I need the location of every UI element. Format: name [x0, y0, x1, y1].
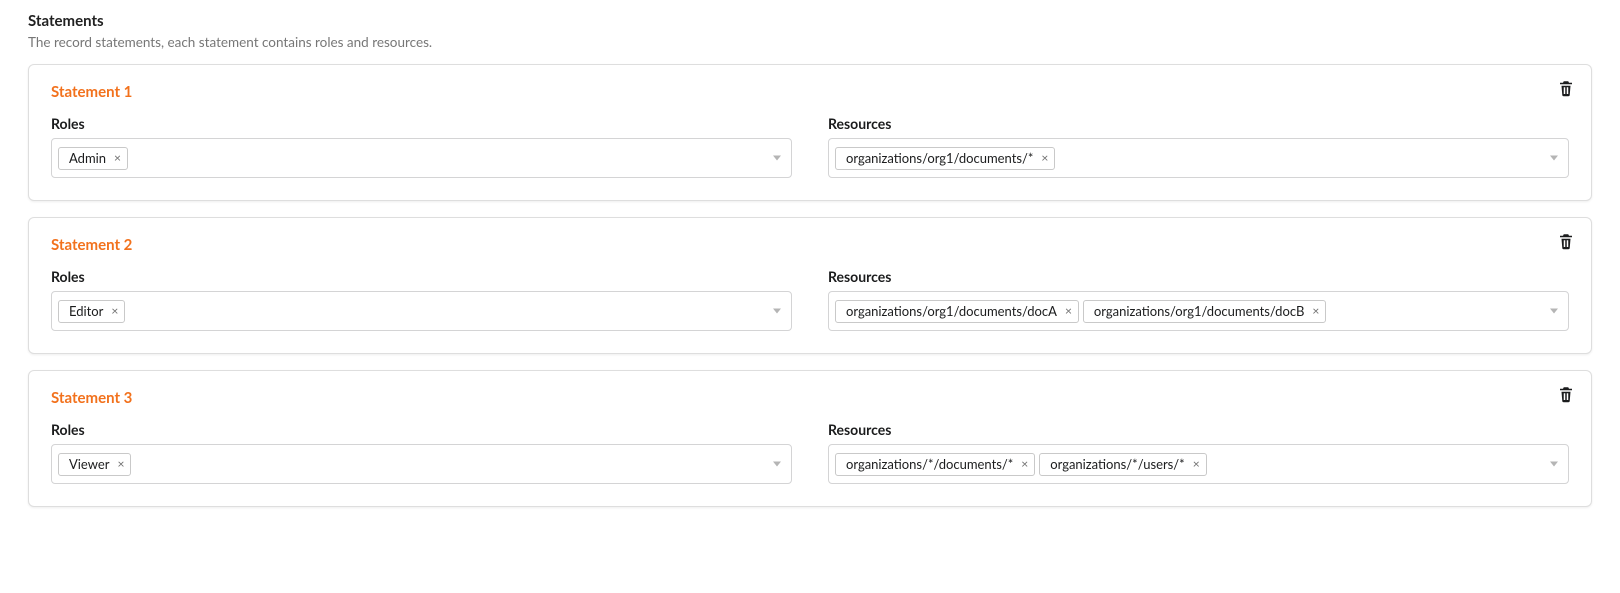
- chevron-down-icon: [1550, 462, 1558, 467]
- roles-multiselect[interactable]: Viewer ×: [51, 444, 792, 484]
- statement-card: Statement 1 Roles Admin × Resources orga…: [28, 64, 1592, 201]
- resources-label: Resources: [828, 268, 1569, 285]
- chip-label: organizations/org1/documents/*: [846, 152, 1033, 165]
- resources-label: Resources: [828, 421, 1569, 438]
- resources-multiselect[interactable]: organizations/org1/documents/* ×: [828, 138, 1569, 178]
- trash-icon: [1557, 385, 1577, 403]
- section-subtitle: The record statements, each statement co…: [28, 34, 1592, 50]
- statement-title: Statement 3: [51, 389, 1569, 407]
- chip-label: Viewer: [69, 458, 109, 471]
- chevron-down-icon: [773, 462, 781, 467]
- selected-chip: organizations/*/users/* ×: [1039, 453, 1206, 476]
- chip-label: Editor: [69, 305, 103, 318]
- chevron-down-icon: [1550, 309, 1558, 314]
- selected-chip: organizations/org1/documents/* ×: [835, 147, 1055, 170]
- trash-icon: [1557, 232, 1577, 250]
- remove-chip-button[interactable]: ×: [114, 152, 121, 164]
- delete-statement-button[interactable]: [1557, 385, 1577, 405]
- roles-multiselect[interactable]: Editor ×: [51, 291, 792, 331]
- statement-title: Statement 2: [51, 236, 1569, 254]
- roles-label: Roles: [51, 421, 792, 438]
- remove-chip-button[interactable]: ×: [1312, 305, 1319, 317]
- selected-chip: Viewer ×: [58, 453, 131, 476]
- trash-icon: [1557, 79, 1577, 97]
- resources-multiselect[interactable]: organizations/org1/documents/docA × orga…: [828, 291, 1569, 331]
- chevron-down-icon: [773, 156, 781, 161]
- selected-chip: Admin ×: [58, 147, 128, 170]
- selected-chip: organizations/*/documents/* ×: [835, 453, 1035, 476]
- section-title: Statements: [28, 12, 1592, 30]
- chevron-down-icon: [773, 309, 781, 314]
- chevron-down-icon: [1550, 156, 1558, 161]
- resources-multiselect[interactable]: organizations/*/documents/* × organizati…: [828, 444, 1569, 484]
- chip-label: Admin: [69, 152, 106, 165]
- roles-label: Roles: [51, 268, 792, 285]
- remove-chip-button[interactable]: ×: [117, 458, 124, 470]
- roles-label: Roles: [51, 115, 792, 132]
- chip-label: organizations/*/documents/*: [846, 458, 1013, 471]
- chip-label: organizations/org1/documents/docA: [846, 305, 1057, 318]
- statement-card: Statement 2 Roles Editor × Resources org…: [28, 217, 1592, 354]
- remove-chip-button[interactable]: ×: [1065, 305, 1072, 317]
- chip-label: organizations/*/users/*: [1050, 458, 1184, 471]
- chip-label: organizations/org1/documents/docB: [1094, 305, 1304, 318]
- statement-card: Statement 3 Roles Viewer × Resources org…: [28, 370, 1592, 507]
- remove-chip-button[interactable]: ×: [1193, 458, 1200, 470]
- roles-multiselect[interactable]: Admin ×: [51, 138, 792, 178]
- selected-chip: organizations/org1/documents/docB ×: [1083, 300, 1326, 323]
- selected-chip: organizations/org1/documents/docA ×: [835, 300, 1079, 323]
- remove-chip-button[interactable]: ×: [1021, 458, 1028, 470]
- delete-statement-button[interactable]: [1557, 79, 1577, 99]
- statement-title: Statement 1: [51, 83, 1569, 101]
- remove-chip-button[interactable]: ×: [1041, 152, 1048, 164]
- resources-label: Resources: [828, 115, 1569, 132]
- remove-chip-button[interactable]: ×: [111, 305, 118, 317]
- delete-statement-button[interactable]: [1557, 232, 1577, 252]
- selected-chip: Editor ×: [58, 300, 125, 323]
